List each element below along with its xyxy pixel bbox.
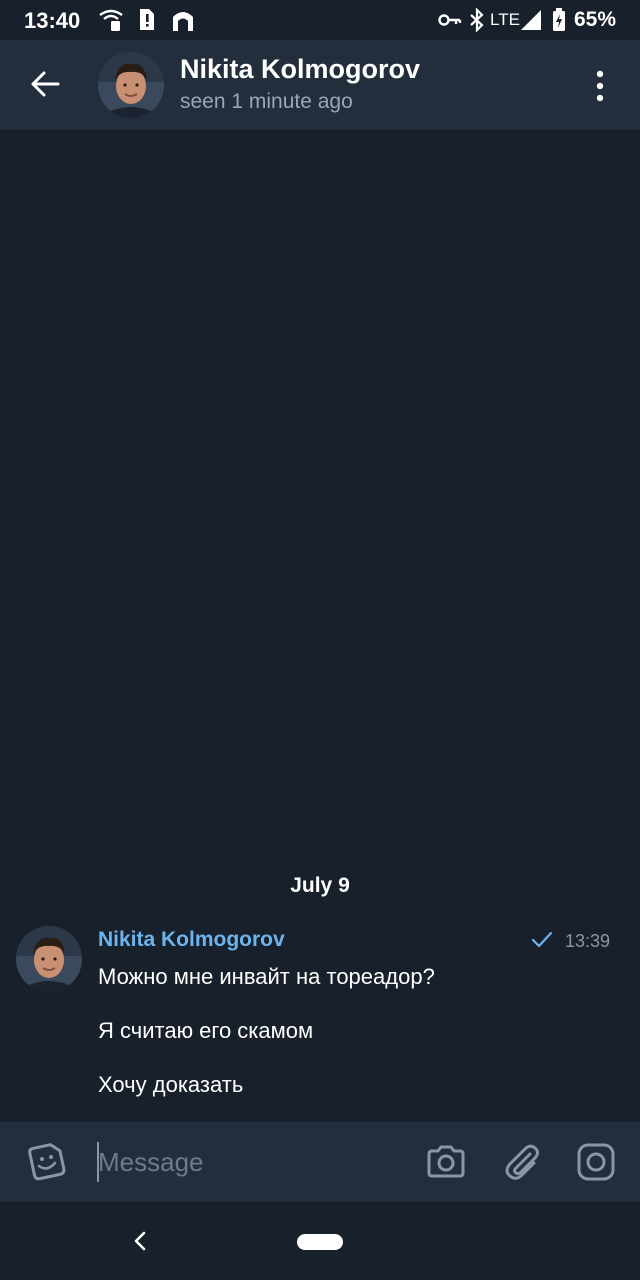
battery-percent: 65% bbox=[574, 8, 617, 31]
avatar-photo bbox=[98, 52, 164, 118]
navigation-bar bbox=[0, 1202, 640, 1280]
contact-status: seen 1 minute ago bbox=[180, 90, 353, 113]
message-text[interactable]: Можно мне инвайт на тореадор? bbox=[98, 964, 435, 990]
message-composer bbox=[0, 1122, 640, 1202]
battery-icon bbox=[553, 8, 565, 31]
message-time: 13:39 bbox=[565, 931, 611, 951]
check-icon bbox=[531, 931, 553, 948]
sticker-icon[interactable] bbox=[24, 1140, 68, 1184]
camera-icon[interactable] bbox=[424, 1140, 468, 1184]
avatar[interactable] bbox=[98, 52, 164, 118]
message-sender[interactable]: Nikita Kolmogorov bbox=[98, 928, 285, 952]
sim-alert-icon bbox=[140, 9, 154, 30]
date-separator: July 9 bbox=[290, 874, 350, 897]
contact-name[interactable]: Nikita Kolmogorov bbox=[180, 54, 420, 85]
message-input[interactable] bbox=[98, 1146, 398, 1178]
vpn-icon bbox=[173, 12, 193, 31]
chat-header: Nikita Kolmogorov seen 1 minute ago bbox=[0, 40, 640, 130]
bluetooth-icon bbox=[470, 8, 484, 32]
back-arrow-icon[interactable] bbox=[24, 62, 68, 106]
instagram-icon[interactable] bbox=[574, 1140, 618, 1184]
attach-icon[interactable] bbox=[500, 1140, 544, 1184]
status-time: 13:40 bbox=[24, 8, 81, 33]
message-avatar[interactable] bbox=[16, 926, 82, 992]
chat-area[interactable]: July 9 Nikita Kolmogorov 13:39 Можно мне… bbox=[0, 130, 640, 1122]
message-text[interactable]: Хочу доказать bbox=[98, 1072, 243, 1098]
avatar-photo bbox=[16, 926, 82, 992]
key-icon bbox=[438, 14, 462, 26]
nav-back-icon[interactable] bbox=[128, 1228, 152, 1254]
wifi-call-icon bbox=[99, 9, 123, 31]
more-vertical-icon[interactable] bbox=[584, 64, 616, 108]
message-text[interactable]: Я считаю его скамом bbox=[98, 1018, 313, 1044]
signal-icon bbox=[521, 10, 541, 30]
status-bar: 13:40 LTE 65% bbox=[0, 0, 640, 40]
network-type: LTE bbox=[490, 10, 520, 29]
nav-home-pill[interactable] bbox=[297, 1234, 343, 1250]
